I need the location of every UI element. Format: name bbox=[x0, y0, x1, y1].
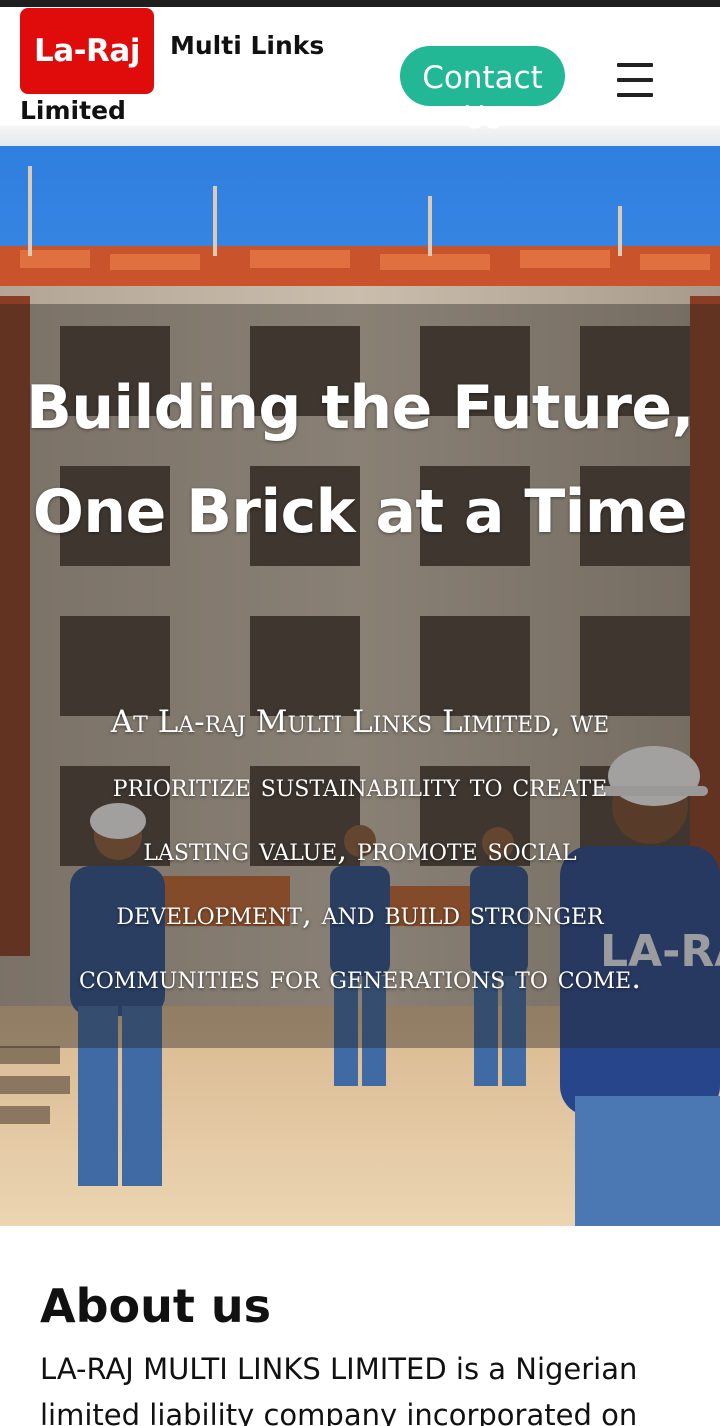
page: La-Raj Multi Links Contact Us Limited LA… bbox=[0, 0, 720, 1426]
hamburger-menu-icon[interactable] bbox=[614, 61, 658, 101]
hero-subtitle-line: At La-raj Multi Links Limited, we bbox=[110, 704, 610, 740]
about-section: About us LA-RAJ MULTI LINKS LIMITED is a… bbox=[0, 1226, 720, 1426]
hero-title-line-2: One Brick at a Time bbox=[32, 477, 688, 547]
hero-subtitle-line: communities for generations to come. bbox=[78, 960, 642, 996]
hero-title-line-1: Building the Future, bbox=[26, 373, 694, 443]
menu-bar-bottom bbox=[617, 93, 653, 97]
contact-us-button[interactable]: Contact Us bbox=[400, 46, 565, 136]
hero-title: Building the Future, One Brick at a Time bbox=[0, 356, 720, 564]
menu-bar-middle bbox=[617, 78, 653, 82]
browser-top-edge bbox=[0, 0, 720, 7]
brand-name-line2: Limited bbox=[20, 96, 126, 125]
menu-bar-top bbox=[617, 63, 653, 67]
hero-section: LA-RAJ Building the Future, One Brick at… bbox=[0, 146, 720, 1226]
about-body-line: limited liability company incorporated o… bbox=[40, 1398, 638, 1426]
brand-name[interactable]: Multi Links bbox=[170, 31, 324, 60]
about-body-line: LA-RAJ MULTI LINKS LIMITED is a Nigerian bbox=[40, 1352, 638, 1386]
header-divider-strip bbox=[0, 126, 720, 146]
contact-us-label-overflow: Us bbox=[463, 100, 502, 136]
hero-subtitle-line: lasting value, promote social bbox=[143, 832, 577, 868]
hero-subtitle-line: prioritize sustainability to create bbox=[112, 768, 608, 804]
logo-badge[interactable]: La-Raj bbox=[20, 8, 154, 94]
about-title: About us bbox=[40, 1279, 272, 1333]
about-body: LA-RAJ MULTI LINKS LIMITED is a Nigerian… bbox=[40, 1346, 700, 1426]
hero-subtitle: At La-raj Multi Links Limited, we priori… bbox=[40, 690, 680, 1010]
hero-subtitle-line: development, and build stronger bbox=[116, 896, 604, 932]
